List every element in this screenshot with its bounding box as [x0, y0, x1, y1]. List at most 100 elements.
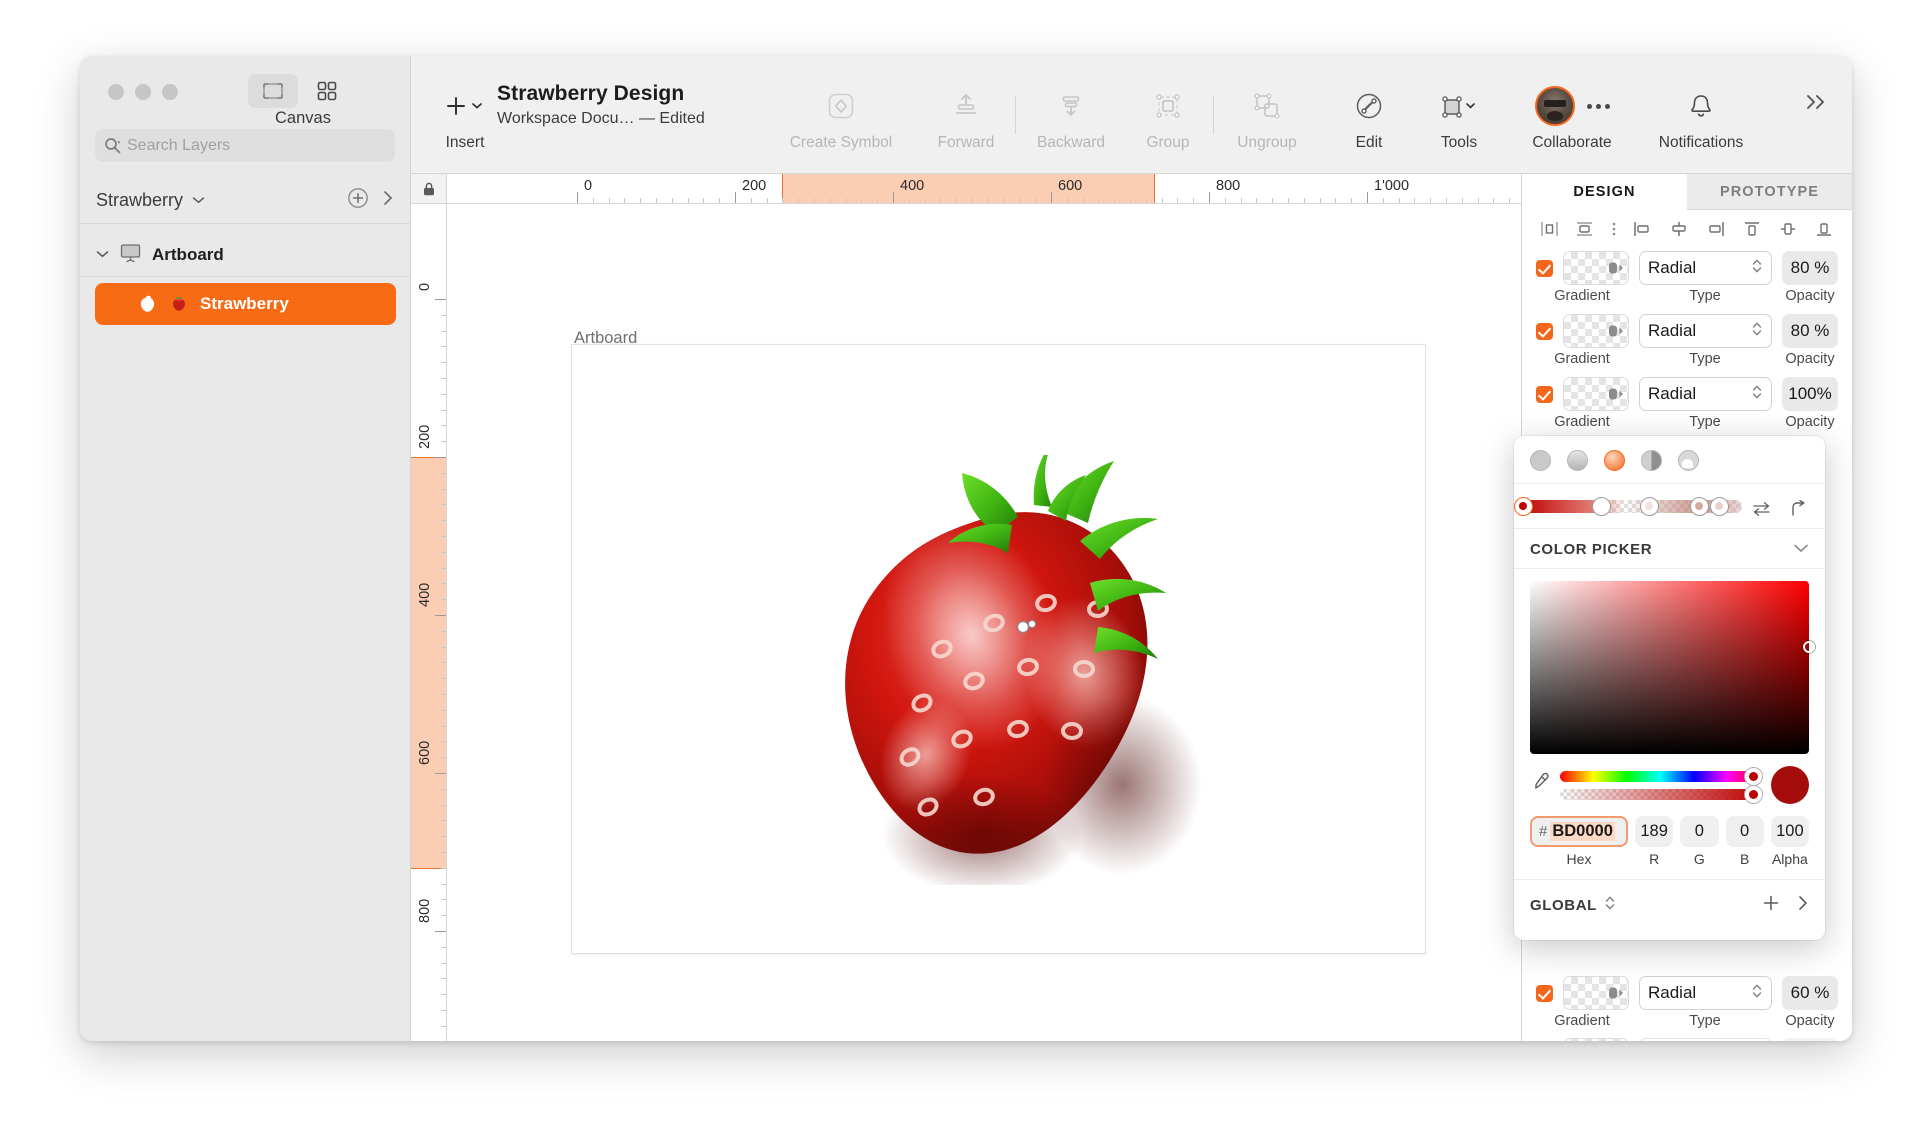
close-button[interactable] [108, 84, 124, 100]
ruler-tick-minor [624, 198, 625, 203]
more-align-icon[interactable] [1611, 220, 1617, 243]
hue-knob[interactable] [1744, 767, 1763, 786]
green-field[interactable]: 0 [1680, 816, 1718, 847]
gradient-swatch[interactable] [1563, 976, 1629, 1010]
plus-icon [443, 82, 487, 130]
tab-prototype[interactable]: PROTOTYPE [1687, 174, 1852, 210]
zoom-button[interactable] [162, 84, 178, 100]
ruler-tick-minor [441, 394, 446, 395]
layer-row-strawberry[interactable]: Strawberry [95, 283, 396, 325]
gradient-stop[interactable] [1640, 497, 1659, 516]
more-options-icon[interactable] [1587, 104, 1610, 109]
ruler-tick-minor [441, 805, 446, 806]
vertical-ruler[interactable]: 02004006008001'000 [411, 204, 447, 1041]
search-layers-input[interactable]: Search Layers [95, 129, 395, 162]
red-field[interactable]: 189 [1635, 816, 1673, 847]
saturation-value-field[interactable] [1530, 581, 1809, 754]
label-alpha: Alpha [1771, 851, 1809, 867]
align-center-horizontal-icon[interactable] [1669, 220, 1689, 243]
gradient-stop[interactable] [1710, 497, 1729, 516]
fill-mode-selector [1514, 436, 1825, 483]
fill-type-select[interactable]: Radial [1639, 976, 1772, 1010]
fill-enabled-checkbox[interactable] [1536, 260, 1553, 277]
global-expand-button[interactable] [1797, 894, 1809, 917]
gradient-swatch[interactable] [1563, 314, 1629, 348]
toolbar-edit[interactable]: Edit [1329, 56, 1409, 174]
sidebar-collapse-button[interactable] [382, 190, 395, 211]
ruler-label: 400 [417, 583, 433, 607]
fill-opacity-field[interactable]: 100% [1782, 377, 1838, 411]
toolbar-group[interactable]: Group [1127, 56, 1209, 174]
align-right-edge-icon[interactable] [1705, 220, 1725, 243]
eyedropper-icon[interactable] [1530, 772, 1550, 799]
distribute-horizontal-icon[interactable] [1575, 220, 1594, 243]
hex-field[interactable]: # BD0000 [1530, 816, 1628, 847]
fill-enabled-checkbox[interactable] [1536, 386, 1553, 403]
blue-field[interactable]: 0 [1726, 816, 1764, 847]
ruler-lock-button[interactable] [411, 174, 447, 204]
tab-design[interactable]: DESIGN [1522, 174, 1687, 210]
fill-type-select[interactable]: Radial [1639, 314, 1772, 348]
align-bottom-icon[interactable] [1814, 220, 1834, 243]
add-layer-button[interactable] [347, 187, 369, 214]
ruler-label: 400 [900, 178, 924, 194]
toolbar-backward[interactable]: Backward [1021, 56, 1121, 174]
fill-type-select[interactable]: Radial [1639, 1038, 1772, 1041]
fill-opacity-field[interactable]: 100% [1782, 1038, 1838, 1041]
gradient-stop[interactable] [1690, 497, 1709, 516]
document-selector-row[interactable]: Strawberry [80, 178, 411, 223]
toolbar-forward[interactable]: Forward [921, 56, 1011, 174]
fill-opacity-field[interactable]: 80 % [1782, 314, 1838, 348]
hue-slider[interactable] [1560, 771, 1761, 782]
color-picker-header[interactable]: COLOR PICKER [1514, 529, 1825, 569]
toolbar-notifications[interactable]: Notifications [1641, 56, 1761, 174]
toolbar-collaborate[interactable]: Collaborate [1507, 56, 1637, 174]
toolbar-create-symbol[interactable]: Create Symbol [781, 56, 901, 174]
artboard-canvas[interactable] [571, 344, 1426, 954]
toolbar-tools[interactable]: Tools [1411, 56, 1507, 174]
gradient-stop[interactable] [1592, 497, 1611, 516]
solid-swatch-mode-button[interactable] [1530, 450, 1551, 471]
global-stepper-icon[interactable] [1604, 894, 1616, 917]
avatar[interactable] [1535, 86, 1575, 126]
toolbar-overflow-button[interactable] [1804, 92, 1830, 117]
grid-view-button[interactable] [302, 74, 352, 108]
fill-type-select[interactable]: Radial [1639, 251, 1772, 285]
toolbar-ungroup[interactable]: Ungroup [1219, 56, 1315, 174]
radial-gradient-mode-button[interactable] [1604, 450, 1625, 471]
disclosure-chevron-icon[interactable] [96, 246, 109, 264]
strawberry-illustration[interactable] [822, 455, 1242, 885]
gradient-stop-bar[interactable] [1514, 483, 1825, 529]
layer-row-artboard[interactable]: Artboard [80, 234, 411, 276]
fill-row: Radial 80 % Gradient Type Opacity [1522, 312, 1852, 375]
linear-gradient-mode-button[interactable] [1567, 450, 1588, 471]
align-middle-vertical-icon[interactable] [1778, 220, 1798, 243]
chevron-down-icon[interactable] [1793, 541, 1809, 558]
gradient-swatch[interactable] [1563, 1038, 1629, 1041]
add-global-color-button[interactable] [1761, 893, 1781, 918]
rotate-gradient-icon[interactable] [1790, 500, 1807, 522]
alpha-field[interactable]: 100 [1771, 816, 1809, 847]
reverse-gradient-icon[interactable] [1752, 501, 1771, 521]
align-left-icon[interactable] [1540, 220, 1559, 243]
ruler-tick-minor [441, 915, 446, 916]
fill-enabled-checkbox[interactable] [1536, 323, 1553, 340]
fill-opacity-field[interactable]: 80 % [1782, 251, 1838, 285]
angular-gradient-mode-button[interactable] [1641, 450, 1662, 471]
sv-cursor[interactable] [1803, 641, 1815, 653]
toolbar-insert[interactable]: Insert [433, 56, 497, 174]
gradient-swatch[interactable] [1563, 251, 1629, 285]
fill-type-select[interactable]: Radial [1639, 377, 1772, 411]
gradient-swatch[interactable] [1563, 377, 1629, 411]
color-sliders [1514, 754, 1825, 804]
fill-opacity-field[interactable]: 60 % [1782, 976, 1838, 1010]
canvas-view-button[interactable] [248, 74, 298, 108]
align-left-edge-icon[interactable] [1633, 220, 1653, 243]
align-top-icon[interactable] [1742, 220, 1762, 243]
gradient-stop[interactable] [1514, 497, 1533, 516]
fill-enabled-checkbox[interactable] [1536, 985, 1553, 1002]
image-fill-mode-button[interactable] [1678, 450, 1699, 471]
alpha-slider[interactable] [1560, 789, 1761, 800]
alpha-knob[interactable] [1744, 785, 1763, 804]
minimize-button[interactable] [135, 84, 151, 100]
